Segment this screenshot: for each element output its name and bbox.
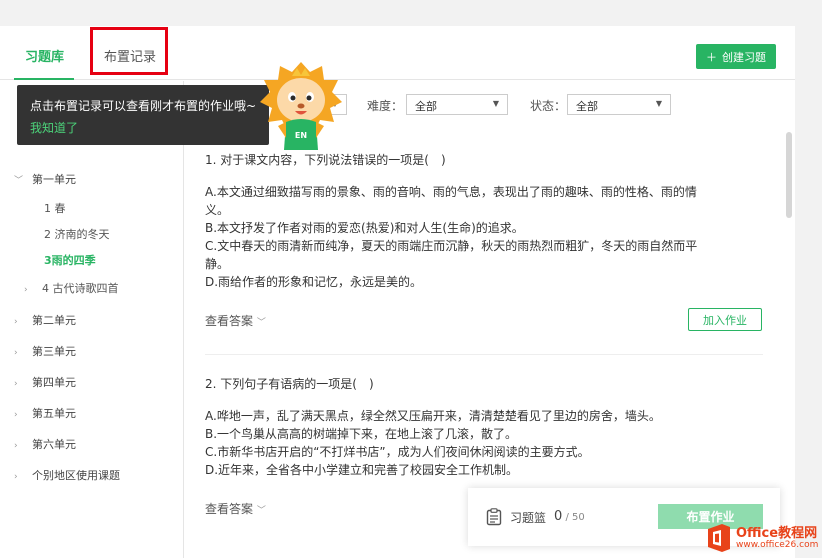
status-select[interactable]: 全部 ▼ [567, 94, 671, 115]
mascot-badge: EN [295, 131, 307, 140]
question-1-option: A.本文通过细致描写雨的景象、雨的音响、雨的气息，表现出了雨的趣味、雨的性格、雨… [205, 185, 697, 199]
chevron-right-icon: › [24, 285, 28, 295]
create-exercise-button[interactable]: ＋ 创建习题 [696, 44, 776, 69]
question-1-option: D.雨给作者的形象和记忆，永远是美的。 [205, 275, 423, 289]
difficulty-select[interactable]: 全部 ▼ [406, 94, 508, 115]
chevron-right-icon: › [14, 472, 18, 482]
question-1-option: 静。 [205, 257, 230, 271]
chevron-down-icon: ﹀ [256, 318, 266, 328]
site-watermark: Office教程网 www.office26.com [706, 520, 822, 556]
tree-lesson-3-active[interactable]: 3雨的四季 [44, 252, 96, 268]
question-1-option: 义。 [205, 203, 230, 217]
tree-unit-1[interactable]: ﹀ 第一单元 [14, 171, 76, 187]
tree-unit-6[interactable]: › 第六单元 [14, 436, 76, 452]
tree-lesson-1[interactable]: 1 春 [44, 200, 66, 216]
add-to-homework-button[interactable]: 加入作业 [688, 308, 762, 331]
caret-down-icon: ▼ [492, 99, 499, 108]
view-answer-link[interactable]: 查看答案 ﹀ [205, 500, 266, 517]
caret-down-icon: ▼ [655, 99, 662, 108]
lion-mascot-icon: EN [260, 62, 342, 150]
chevron-right-icon: › [14, 441, 18, 451]
chevron-right-icon: › [14, 348, 18, 358]
create-exercise-label: 创建习题 [722, 50, 766, 64]
question-divider [205, 354, 763, 355]
tree-unit-4[interactable]: › 第四单元 [14, 374, 76, 390]
status-label: 状态： [530, 99, 567, 113]
watermark-title: Office教程网 [736, 526, 818, 541]
chevron-down-icon: ﹀ [256, 506, 266, 516]
unit-tree: ﹀ 第一单元 1 春 2 济南的冬天 3雨的四季 › 4 古代诗歌四首 › 第二单元 … [0, 81, 184, 558]
office-logo-icon [708, 524, 730, 552]
tree-unit-2[interactable]: › 第二单元 [14, 312, 76, 328]
question-2-option: B.一个鸟巢从高高的树端掉下来，在地上滚了几滚，散了。 [205, 427, 518, 441]
chevron-down-icon: ﹀ [14, 176, 24, 186]
scrollbar-thumb[interactable] [786, 132, 792, 218]
clipboard-icon [486, 508, 502, 526]
question-1-stem: 1. 对于课文内容，下列说法错误的一项是( ) [205, 153, 446, 167]
tab-bar: 习题库 布置记录 ＋ 创建习题 [0, 26, 795, 80]
tree-regional-topics[interactable]: › 个别地区使用课题 [14, 467, 120, 483]
basket-label: 习题篮 [510, 511, 547, 525]
got-it-button[interactable]: 我知道了 [30, 119, 78, 136]
question-2-option: C.市新华书店开启的“不打烊书店”，成为人们夜间休闲阅读的主要方式。 [205, 445, 590, 459]
chevron-right-icon: › [14, 317, 18, 327]
tree-lesson-2[interactable]: 2 济南的冬天 [44, 226, 110, 242]
tab-exercise-library[interactable]: 习题库 [25, 46, 64, 65]
active-tab-underline [14, 78, 74, 80]
plus-icon: ＋ [706, 50, 717, 64]
tree-unit-3[interactable]: › 第三单元 [14, 343, 76, 359]
chevron-right-icon: › [14, 379, 18, 389]
view-answer-link[interactable]: 查看答案 ﹀ [205, 312, 266, 329]
question-2-option: A.哗地一声，乱了满天黑点，绿全然又压扁开来，清清楚楚看见了里边的房舍，墙头。 [205, 409, 661, 423]
watermark-url: www.office26.com [736, 540, 819, 550]
difficulty-label: 难度： [367, 99, 404, 113]
question-1-option: B.本文抒发了作者对雨的爱恋(热爱)和对人生(生命)的追求。 [205, 221, 524, 235]
highlight-box [90, 27, 168, 75]
question-2-option: D.近年来，全省各中小学建立和完善了校园安全工作机制。 [205, 463, 519, 477]
question-1-option: C.文中春天的雨清新而纯净，夏天的雨端庄而沉静，秋天的雨热烈而粗犷，冬天的雨自然… [205, 239, 698, 253]
basket-count: 0 / 50 [554, 509, 585, 524]
question-2-stem: 2. 下列句子有语病的一项是( ) [205, 377, 374, 391]
chevron-right-icon: › [14, 410, 18, 420]
tooltip-message: 点击布置记录可以查看刚才布置的作业哦~ [30, 99, 257, 113]
tree-lesson-4[interactable]: › 4 古代诗歌四首 [24, 280, 119, 296]
onboarding-tooltip: 点击布置记录可以查看刚才布置的作业哦~ 我知道了 [17, 85, 269, 145]
tree-unit-5[interactable]: › 第五单元 [14, 405, 76, 421]
